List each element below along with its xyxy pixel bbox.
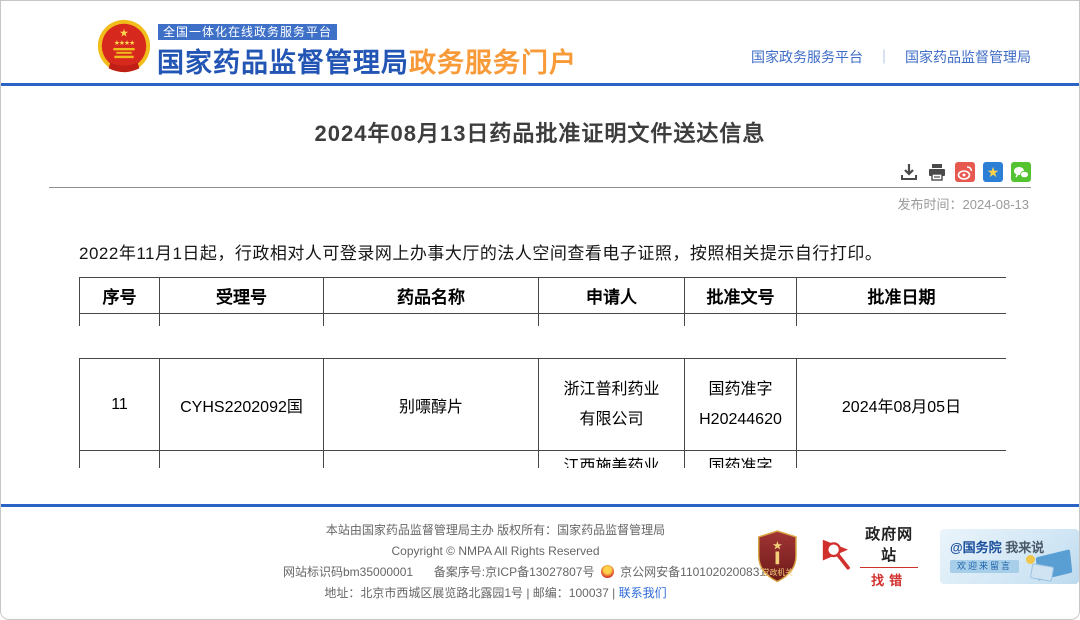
footer-icp-number: 备案序号:京ICP备13027807号 — [434, 565, 595, 579]
site-title: 国家药品监督管理局政务服务门户 — [157, 41, 577, 80]
col-header-drug-name: 药品名称 — [324, 278, 539, 314]
qzone-share-icon[interactable]: ★ — [983, 162, 1003, 182]
svg-text:★: ★ — [119, 27, 129, 39]
gov-site-error-report-badge[interactable]: 政府网站 找错 — [821, 523, 918, 589]
footer-address: 地址：北京市西城区展览路北露园1号 | 邮编：100037 | — [324, 586, 618, 600]
footer-text-block: 本站由国家药品监督管理局主办 版权所有：国家药品监督管理局 Copyright … — [283, 520, 708, 604]
state-council-handle: @国务院 — [950, 540, 1002, 555]
platform-badge: 全国一体化在线政务服务平台 — [158, 24, 337, 40]
error-report-flag-icon — [821, 535, 853, 577]
nav-link-nmpa[interactable]: 国家药品监督管理局 — [905, 47, 1031, 67]
national-emblem-logo: ★ ★★★★ — [95, 17, 153, 77]
contact-us-link[interactable]: 联系我们 — [619, 586, 667, 600]
table-header-section: 序号 受理号 药品名称 申请人 批准文号 批准日期 — [79, 277, 1006, 326]
site-name: 国家药品监督管理局 — [157, 48, 409, 78]
col-header-acceptance-no: 受理号 — [160, 278, 324, 314]
col-header-approval-no: 批准文号 — [685, 278, 797, 314]
cell-acceptance-no: CYHS2202092国 — [160, 359, 324, 451]
footer-line-copyright: Copyright © NMPA All Rights Reserved — [283, 541, 708, 562]
table-header-row: 序号 受理号 药品名称 申请人 批准文号 批准日期 — [80, 278, 1007, 314]
cell-approval-no-partial: 国药准字 — [685, 451, 797, 469]
col-header-approval-date: 批准日期 — [797, 278, 1007, 314]
state-council-banner[interactable]: @国务院 我来说 欢迎来留言 — [940, 529, 1079, 584]
site-suffix: 政务服务门户 — [409, 48, 577, 78]
state-council-slogan: 我来说 — [1002, 540, 1045, 555]
state-council-banner-subtitle: 欢迎来留言 — [950, 560, 1019, 573]
print-icon[interactable] — [927, 162, 947, 182]
error-report-text: 政府网站 找错 — [860, 523, 918, 589]
footer-line-address: 地址：北京市西城区展览路北露园1号 | 邮编：100037 | 联系我们 — [283, 583, 708, 604]
publish-time: 发布时间：2024-08-13 — [1, 194, 1029, 213]
error-report-line1: 政府网站 — [860, 523, 918, 565]
cell-approval-no: 国药准字 H20244620 — [685, 359, 797, 451]
page-title: 2024年08月13日药品批准证明文件送达信息 — [1, 116, 1079, 148]
download-icon[interactable] — [899, 162, 919, 182]
cell-drug-name: 别嘌醇片 — [324, 359, 539, 451]
col-header-seq: 序号 — [80, 278, 160, 314]
table-row: 11 CYHS2202092国 别嘌醇片 浙江普利药业 有限公司 国药准字 H2… — [80, 359, 1007, 451]
table-body-section: 11 CYHS2202092国 别嘌醇片 浙江普利药业 有限公司 国药准字 H2… — [79, 358, 1006, 468]
browser-page: ★ ★★★★ 全国一体化在线政务服务平台 国家药品监督管理局政务服务门户 国家政… — [0, 0, 1080, 620]
svg-text:★: ★ — [987, 164, 1000, 180]
share-toolbar: ★ — [49, 162, 1031, 188]
nav-divider: ｜ — [877, 47, 891, 67]
banner-illustration-dot — [1026, 555, 1035, 564]
col-header-applicant: 申请人 — [539, 278, 685, 314]
cell-approval-date: 2024年08月05日 — [797, 359, 1007, 451]
approval-table: 序号 受理号 药品名称 申请人 批准文号 批准日期 11 CYHS2202092… — [79, 277, 1006, 468]
footer-line-host: 本站由国家药品监督管理局主办 版权所有：国家药品监督管理局 — [283, 520, 708, 541]
nav-link-gov-service-platform[interactable]: 国家政务服务平台 — [751, 47, 863, 67]
footer-site-id: 网站标识码bm35000001 — [283, 565, 413, 579]
site-header: ★ ★★★★ 全国一体化在线政务服务平台 国家药品监督管理局政务服务门户 国家政… — [1, 1, 1079, 86]
table-clipped-row — [80, 314, 1007, 327]
error-report-line2: 找错 — [860, 567, 918, 589]
footer-line-registration: 网站标识码bm35000001 备案序号:京ICP备13027807号 京公网安… — [283, 562, 708, 583]
svg-text:★★★★: ★★★★ — [114, 40, 135, 47]
table-scroll-gap — [79, 326, 1006, 358]
svg-text:★: ★ — [772, 538, 783, 552]
wechat-share-icon[interactable] — [1011, 162, 1031, 182]
header-nav: 国家政务服务平台 ｜ 国家药品监督管理局 — [751, 47, 1031, 67]
table-row-partial: 江西施美药业 国药准字 — [80, 451, 1007, 469]
notice-text: 2022年11月1日起，行政相对人可登录网上办事大厅的法人空间查看电子证照，按照… — [79, 239, 1031, 264]
party-gov-shield-badge[interactable]: ★ 党政机关 — [756, 527, 799, 586]
police-badge-icon — [601, 565, 614, 578]
banner-illustration-paper — [1030, 563, 1054, 582]
cell-seq: 11 — [80, 359, 160, 451]
svg-text:党政机关: 党政机关 — [762, 567, 793, 577]
site-footer: 本站由国家药品监督管理局主办 版权所有：国家药品监督管理局 Copyright … — [1, 504, 1079, 619]
cell-applicant: 浙江普利药业 有限公司 — [539, 359, 685, 451]
weibo-share-icon[interactable] — [955, 162, 975, 182]
cell-applicant-partial: 江西施美药业 — [539, 451, 685, 469]
footer-badges: ★ 党政机关 政府网站 找错 @国务院 我来说 — [756, 523, 1079, 589]
